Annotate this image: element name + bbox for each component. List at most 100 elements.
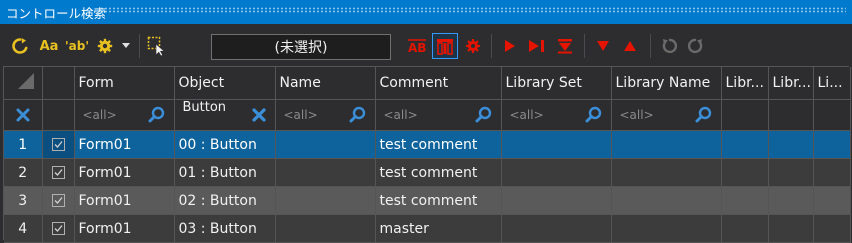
match-case-button[interactable]: Aa [37, 34, 61, 58]
cell-name[interactable] [275, 214, 376, 243]
search-icon[interactable] [349, 106, 367, 124]
cell-library-set[interactable] [501, 186, 612, 215]
refresh-icon[interactable] [10, 34, 30, 58]
cell-form[interactable]: Form01 [74, 130, 175, 159]
undo-icon[interactable] [659, 34, 679, 58]
filter-library-name[interactable]: <all> [611, 99, 722, 131]
chevron-down-icon[interactable] [120, 34, 132, 58]
column-header-form[interactable]: Form [74, 67, 175, 100]
filter-row: <all> Button <all> <all> <all> <all> [4, 99, 851, 131]
filter-object[interactable]: Button [174, 99, 276, 131]
row-number[interactable]: 2 [4, 158, 43, 187]
select-all-corner[interactable] [4, 67, 43, 100]
table-row[interactable]: 3 Form01 02 : Button test comment [4, 186, 851, 215]
cell-comment[interactable]: test comment [375, 130, 502, 159]
row-checkbox[interactable] [42, 186, 75, 215]
cell-li-10[interactable] [813, 158, 851, 187]
cell-library-set[interactable] [501, 158, 612, 187]
filter-name-placeholder: <all> [283, 108, 318, 122]
filter-name[interactable]: <all> [275, 99, 376, 131]
clear-filters-button[interactable] [4, 99, 43, 131]
column-header-object[interactable]: Object [174, 67, 276, 100]
cell-library-8[interactable] [721, 158, 769, 187]
search-icon[interactable] [148, 106, 166, 124]
whole-word-button[interactable]: 'ab' [64, 34, 90, 58]
columns-icon[interactable] [432, 33, 458, 59]
column-header-check[interactable] [42, 67, 75, 100]
play-next-icon[interactable] [526, 34, 548, 58]
cell-name[interactable] [275, 130, 376, 159]
cell-library-8[interactable] [721, 186, 769, 215]
row-number[interactable]: 3 [4, 186, 43, 215]
filter-library-set[interactable]: <all> [501, 99, 612, 131]
arrow-up-icon[interactable] [620, 34, 640, 58]
search-icon[interactable] [695, 106, 713, 124]
column-header-comment[interactable]: Comment [375, 67, 502, 100]
selection-display: (未選択) [211, 34, 391, 60]
arrow-down-icon[interactable] [593, 34, 613, 58]
column-header-library-name[interactable]: Library Name [611, 67, 722, 100]
cell-li-10[interactable] [813, 130, 851, 159]
redo-icon[interactable] [686, 34, 706, 58]
filter-object-value: Button [182, 100, 227, 115]
window-title: コントロール検索 [6, 6, 107, 21]
cell-form[interactable]: Form01 [74, 214, 175, 243]
checkbox-checked-icon[interactable] [51, 166, 65, 179]
cell-library-9[interactable] [768, 186, 814, 215]
play-icon[interactable] [500, 34, 520, 58]
row-checkbox[interactable] [42, 158, 75, 187]
cell-comment[interactable]: test comment [375, 186, 502, 215]
cell-library-8[interactable] [721, 214, 769, 243]
cell-li-10[interactable] [813, 214, 851, 243]
cell-library-9[interactable] [768, 130, 814, 159]
search-icon[interactable] [585, 106, 603, 124]
cell-library-9[interactable] [768, 214, 814, 243]
cell-object[interactable]: 00 : Button [174, 130, 276, 159]
cell-library-set[interactable] [501, 130, 612, 159]
column-header-li-10[interactable]: Li... [813, 67, 851, 100]
cell-form[interactable]: Form01 [74, 158, 175, 187]
cell-library-name[interactable] [611, 214, 722, 243]
checkbox-checked-icon[interactable] [51, 138, 65, 151]
cell-comment[interactable]: test comment [375, 158, 502, 187]
cell-li-10[interactable] [813, 186, 851, 215]
toolbar-separator [584, 34, 585, 58]
title-grip[interactable] [100, 7, 846, 13]
move-down-icon[interactable] [554, 34, 576, 58]
cell-library-set[interactable] [501, 214, 612, 243]
cell-comment[interactable]: master [375, 214, 502, 243]
cell-name[interactable] [275, 158, 376, 187]
cell-object[interactable]: 03 : Button [174, 214, 276, 243]
table-row[interactable]: 1 Form01 00 : Button test comment [4, 130, 851, 159]
select-pointer-icon[interactable] [146, 34, 168, 58]
cell-library-name[interactable] [611, 186, 722, 215]
filter-form[interactable]: <all> [74, 99, 175, 131]
cell-object[interactable]: 02 : Button [174, 186, 276, 215]
cell-library-name[interactable] [611, 158, 722, 187]
checkbox-checked-icon[interactable] [51, 222, 65, 235]
ab-replace-icon[interactable]: AB [407, 34, 429, 58]
cell-library-name[interactable] [611, 130, 722, 159]
table-row[interactable]: 2 Form01 01 : Button test comment [4, 158, 851, 187]
row-number[interactable]: 1 [4, 130, 43, 159]
record-icon[interactable] [463, 34, 483, 58]
search-icon[interactable] [475, 106, 493, 124]
cell-name[interactable] [275, 186, 376, 215]
column-header-library-9[interactable]: Libr... [768, 67, 814, 100]
column-header-library-8[interactable]: Libr... [721, 67, 769, 100]
cell-object[interactable]: 01 : Button [174, 158, 276, 187]
checkbox-checked-icon[interactable] [51, 194, 65, 207]
table-row[interactable]: 4 Form01 03 : Button master [4, 214, 851, 243]
gear-icon[interactable] [96, 34, 114, 58]
row-checkbox[interactable] [42, 130, 75, 159]
cell-library-8[interactable] [721, 130, 769, 159]
column-header-name[interactable]: Name [275, 67, 376, 100]
filter-comment[interactable]: <all> [375, 99, 502, 131]
row-number[interactable]: 4 [4, 214, 43, 243]
cell-library-9[interactable] [768, 158, 814, 187]
clear-icon[interactable] [251, 107, 267, 123]
cell-form[interactable]: Form01 [74, 186, 175, 215]
filter-comment-placeholder: <all> [383, 108, 418, 122]
row-checkbox[interactable] [42, 214, 75, 243]
column-header-library-set[interactable]: Library Set [501, 67, 612, 100]
